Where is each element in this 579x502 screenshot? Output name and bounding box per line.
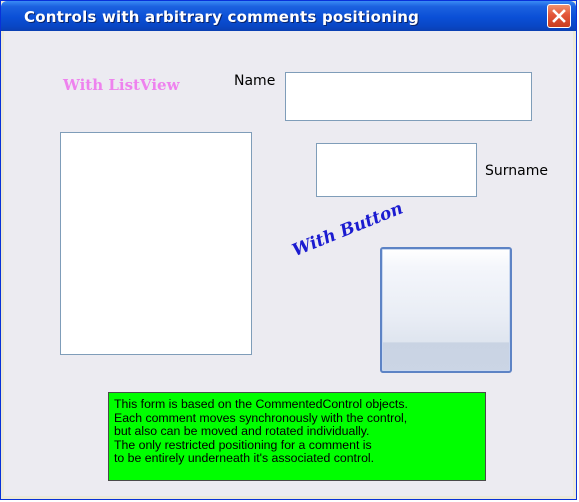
surname-label: Surname <box>485 163 548 179</box>
commented-button[interactable] <box>380 247 512 373</box>
info-line: The only restricted positioning for a co… <box>114 437 372 452</box>
info-line: This form is based on the CommentedContr… <box>114 397 408 411</box>
name-field[interactable] <box>285 72 532 121</box>
listview-comment[interactable]: With ListView <box>63 76 179 94</box>
info-comment[interactable]: This form is based on the CommentedContr… <box>108 392 486 481</box>
close-icon <box>552 9 566 23</box>
main-window: Controls with arbitrary comments positio… <box>0 0 577 500</box>
info-line: Each comment moves synchronously with th… <box>114 410 408 425</box>
title-bar[interactable]: Controls with arbitrary comments positio… <box>1 1 576 31</box>
close-button[interactable] <box>547 4 571 28</box>
info-line: but also can be moved and rotated indivi… <box>114 424 370 438</box>
window-title: Controls with arbitrary comments positio… <box>24 8 420 26</box>
name-label: Name <box>234 73 276 89</box>
info-line: to be entirely underneath it's associate… <box>114 451 375 465</box>
surname-field[interactable] <box>316 143 477 197</box>
list-view[interactable] <box>60 132 252 355</box>
